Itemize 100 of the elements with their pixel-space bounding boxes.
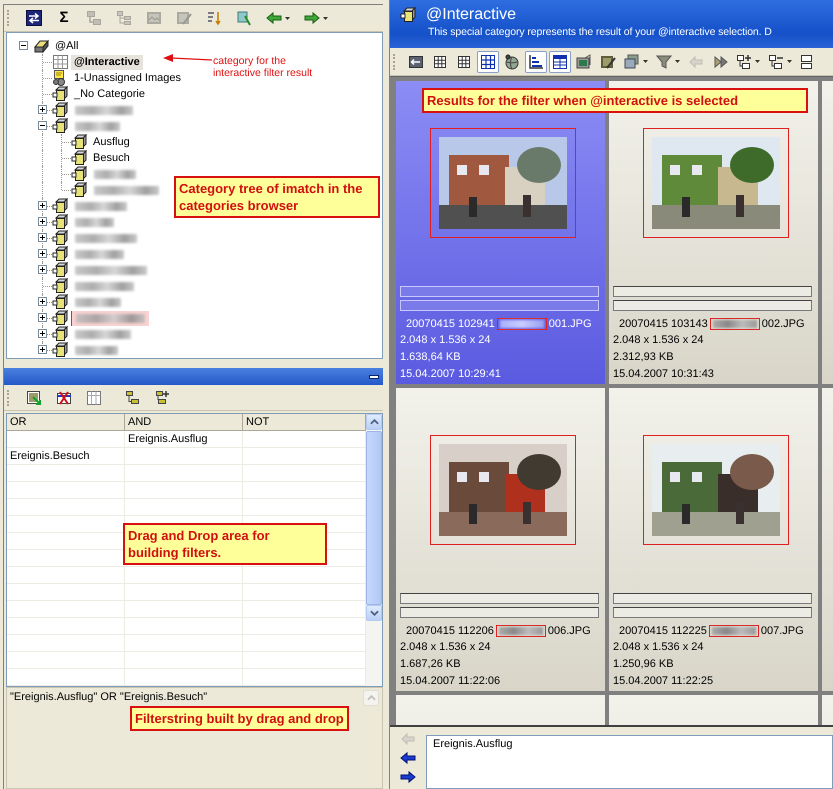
tree-icon <box>124 390 140 406</box>
tree-item[interactable]: @Interactive <box>71 54 143 70</box>
category-title: @Interactive <box>426 5 516 25</box>
scrollbar[interactable] <box>366 414 382 686</box>
tree-icon <box>116 10 132 26</box>
select-icon <box>236 10 252 26</box>
file-name: 20070415 102941 <box>406 318 495 330</box>
globe-icon <box>504 54 520 70</box>
exit-icon <box>408 54 424 70</box>
expander[interactable] <box>38 265 47 274</box>
file-size: 1.250,96 KB <box>613 657 675 672</box>
file-size: 2.312,93 KB <box>613 350 675 365</box>
image-dimensions: 2.048 x 1.536 x 24 <box>400 640 492 655</box>
thumbnail-card[interactable]: 20070415 112225 007.JPG 2.048 x 1.536 x 24 1.250,96 KB 15.04.2007 11:22:25 <box>609 388 818 691</box>
tree-item[interactable]: Ausflug <box>90 134 133 150</box>
column-header[interactable]: OR <box>7 414 125 430</box>
forward-icon <box>712 54 728 70</box>
expander[interactable] <box>38 121 47 130</box>
sort-icon <box>206 10 222 26</box>
tree-item[interactable]: Besuch <box>90 150 133 166</box>
file-name: 002.JPG <box>762 318 805 330</box>
column-header[interactable]: AND <box>125 414 243 430</box>
file-name: 006.JPG <box>548 624 591 636</box>
callout: Results for the filter when @interactive is selected <box>422 88 808 113</box>
file-name: 20070415 112225 <box>619 624 707 636</box>
image-icon <box>146 10 162 26</box>
file-name: 20070415 103143 <box>619 318 708 330</box>
bar-chart-button[interactable] <box>525 50 547 72</box>
add-node-icon <box>736 54 752 70</box>
date-time: 15.04.2007 11:22:06 <box>400 674 502 689</box>
image-edit-icon <box>176 10 192 26</box>
left-arrow-icon <box>266 10 282 26</box>
expander[interactable] <box>38 329 47 338</box>
image-dimensions: 2.048 x 1.536 x 24 <box>613 333 705 348</box>
scroll-down-button[interactable] <box>366 605 382 621</box>
image-icon <box>576 54 592 70</box>
table-icon <box>552 54 568 70</box>
callout: Drag and Drop area for building filters. <box>123 523 327 565</box>
caret-icon <box>643 60 648 63</box>
callout: Category tree of imatch in the categories browser <box>174 176 380 218</box>
expander[interactable] <box>38 313 47 322</box>
file-name: 001.JPG <box>548 318 592 330</box>
bar-chart-icon <box>528 54 544 70</box>
query-field[interactable]: Ereignis.Ausflug <box>426 735 833 789</box>
tree-add-icon <box>154 390 170 406</box>
date-time: 15.04.2007 10:31:43 <box>613 367 715 382</box>
expander[interactable] <box>38 297 47 306</box>
file-size: 1.638,64 KB <box>400 350 462 365</box>
filter-string: "Ereignis.Ausflug" OR "Ereignis.Besuch" <box>10 690 208 704</box>
image-edit-icon <box>600 54 616 70</box>
drive-icon <box>33 38 49 54</box>
folder-icon <box>400 7 416 23</box>
expander[interactable] <box>38 233 47 242</box>
remove-node-icon <box>768 54 784 70</box>
tree-item[interactable]: 1-Unassigned Images <box>71 70 184 86</box>
expander[interactable] <box>38 345 47 354</box>
table-cell: Ereignis.Ausflug <box>125 431 243 447</box>
caret-icon <box>323 16 328 20</box>
grid-icon <box>480 54 496 70</box>
caret-icon <box>675 60 680 63</box>
date-time: 15.04.2007 11:22:25 <box>613 674 714 689</box>
image-dimensions: 2.048 x 1.536 x 24 <box>613 640 705 655</box>
grid-button[interactable] <box>477 50 499 72</box>
tree-item[interactable]: _No Categorie <box>71 86 148 102</box>
back-icon <box>688 54 704 70</box>
thumbnail-card[interactable]: 20070415 112206 006.JPG 2.048 x 1.536 x 24 1.687,26 KB 15.04.2007 11:22:06 <box>396 388 605 691</box>
annotation-note: category for the interactive filter result <box>213 55 314 79</box>
table-cell: Ereignis.Besuch <box>7 448 125 464</box>
expander[interactable] <box>38 201 47 210</box>
file-name: 007.JPG <box>760 624 804 636</box>
table-icon <box>86 390 102 406</box>
arrow <box>163 54 213 64</box>
sum-button[interactable]: Σ <box>52 7 76 29</box>
swap-icon <box>26 10 42 26</box>
expander[interactable] <box>38 249 47 258</box>
callout: Filterstring built by drag and drop <box>130 706 349 731</box>
category-description: This special category represents the result of your @interactive selection. D <box>428 25 773 39</box>
caret-icon <box>285 16 290 20</box>
expander[interactable] <box>19 41 28 50</box>
tree-icon <box>86 10 102 26</box>
grid-icon <box>456 54 472 70</box>
table-button[interactable] <box>549 50 571 72</box>
right-arrow-icon <box>400 768 416 784</box>
blurred-label[interactable] <box>71 310 149 326</box>
scrollbar-thumb[interactable] <box>366 431 382 605</box>
expander[interactable] <box>38 217 47 226</box>
filter-icon <box>656 54 672 70</box>
image-stack-icon <box>624 54 640 70</box>
right-arrow-icon <box>304 10 320 26</box>
caret-icon <box>755 60 760 63</box>
image-add-icon <box>26 390 42 406</box>
scroll-up-button[interactable] <box>366 414 382 430</box>
category-icon <box>52 70 68 86</box>
image-dimensions: 2.048 x 1.536 x 24 <box>400 333 492 348</box>
expander[interactable] <box>38 105 47 114</box>
back-icon <box>400 730 416 746</box>
grid-icon <box>432 54 448 70</box>
file-size: 1.687,26 KB <box>400 657 462 672</box>
date-time: 15.04.2007 10:29:41 <box>400 367 502 382</box>
tree-item[interactable]: @All <box>52 38 82 54</box>
